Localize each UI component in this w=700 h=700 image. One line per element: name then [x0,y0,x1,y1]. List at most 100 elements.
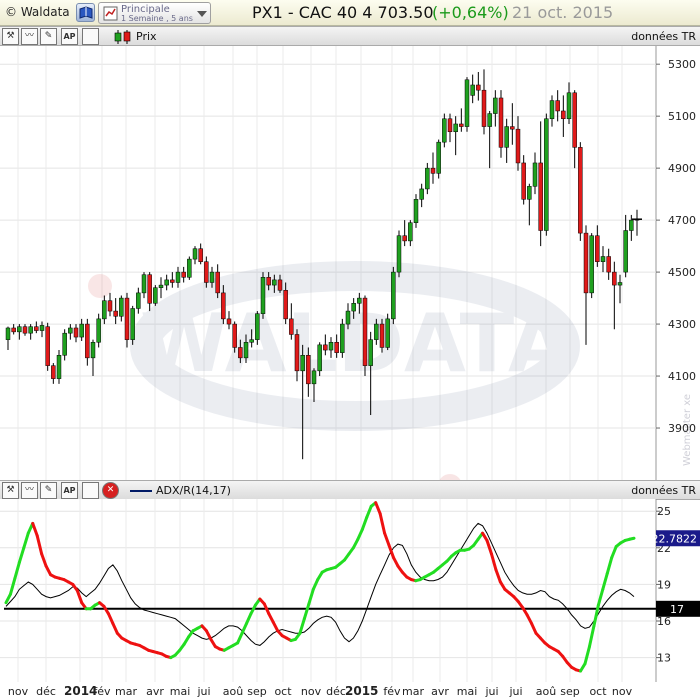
x-tick-label: jui [484,685,498,698]
candle-body [221,292,226,320]
candle-body [5,327,11,340]
candle-body [243,342,249,359]
candle-body [45,326,50,366]
candle-body [453,123,458,133]
candle [340,318,345,358]
candle-body [391,271,396,320]
x-axis-labels: nov déc 2014fév mar avr mai jui aoû sep oct nov déc… [8,684,633,698]
candle-body [538,162,543,231]
x-tick-label: 2015 [345,684,378,698]
candle-body [209,271,215,283]
candle [255,311,260,345]
candle-body [28,326,33,334]
candle-body [311,370,317,385]
candle [124,292,130,348]
candle [413,194,419,228]
adx-line-segment [628,536,636,541]
candle-body [566,92,572,120]
candle-body [374,323,379,340]
ap-button[interactable]: AP [61,28,78,45]
blank-square-icon[interactable] [82,28,99,45]
candle-body [629,219,634,231]
candlestick-icon [114,30,131,44]
candle-body [544,118,549,231]
price-data-label: données TR [631,30,696,43]
line-chart-icon[interactable]: 〰 [21,482,38,499]
x-tick-label: mar [115,685,137,698]
candle [544,113,549,236]
candle [578,142,583,241]
draw-icon[interactable]: ✎ [40,28,57,45]
tools-icon[interactable]: ⚒ [2,482,19,499]
x-tick-label: oct [274,685,292,698]
title-bar: © Waldata Principale 1 Semaine , 5 ans P… [0,0,700,26]
candle-body [226,318,232,325]
candle-body [124,297,130,340]
close-icon[interactable]: ✕ [102,482,119,499]
x-tick-label: sep [247,685,266,698]
blank-square-icon[interactable] [82,482,99,499]
candle [385,313,390,351]
chevron-down-icon [197,11,207,17]
line-chart-icon[interactable]: 〰 [21,28,38,45]
candle [391,266,396,325]
x-tick-label: aoû [536,685,556,698]
candle-body [113,310,118,317]
candle-body [164,279,169,286]
tools-icon[interactable]: ⚒ [2,28,19,45]
candle-body [79,323,84,338]
candle [45,322,50,371]
price-tick-label: 4500 [668,266,696,279]
candle [379,318,385,353]
adx-tick-label: 19 [657,578,671,591]
candle-body [266,277,271,286]
candle-body [294,334,300,372]
candle-body [487,113,492,127]
candle-body [187,258,192,278]
candle-body [368,339,373,366]
ap-button[interactable]: AP [61,482,78,499]
x-axis: nov déc 2014 fév mar avr mai jui aoû sep oct nov déc… [0,682,700,700]
price-tick-label: 4700 [668,214,696,227]
candle-body [617,282,623,286]
adx-chart: 1316192225 22.782217 [0,499,700,682]
adx-tick-label: 16 [657,615,671,628]
candle-body [362,297,368,366]
adx-plot-area [0,499,656,682]
x-tick-label: mar [402,685,424,698]
candle-body [68,327,73,334]
candle-body [215,271,220,294]
x-tick-label: sep [560,685,579,698]
candle-body [561,110,566,120]
candle-body [504,126,509,148]
candle-body [306,355,311,385]
candle-body [192,248,198,260]
candle-body [272,279,277,286]
candle-body [119,297,124,317]
candle [317,342,322,377]
x-tick-label: avr [431,685,449,698]
x-tick-label: nov [612,685,633,698]
x-tick-label: oct [589,685,607,698]
draw-icon[interactable]: ✎ [40,482,57,499]
candle-body [385,318,390,348]
candle-body [22,326,28,334]
candle-body [521,162,526,200]
candle-body [96,318,101,343]
candle-body [232,323,237,348]
candle-body [402,235,407,242]
layout-dropdown[interactable]: Principale 1 Semaine , 5 ans [98,2,211,24]
candle-body [436,141,441,174]
price-tick-label: 4100 [668,370,696,383]
candle-body [340,323,345,353]
candle-body [549,100,555,120]
candle-body [249,339,254,343]
book-icon[interactable] [76,3,95,22]
price-tick-label: 4300 [668,318,696,331]
adx-data-label: données TR [631,484,696,497]
x-tick-label: mai [170,685,191,698]
candle [260,272,266,319]
candle-body [56,355,62,379]
candle-body [334,342,339,353]
candle-body [470,84,475,96]
